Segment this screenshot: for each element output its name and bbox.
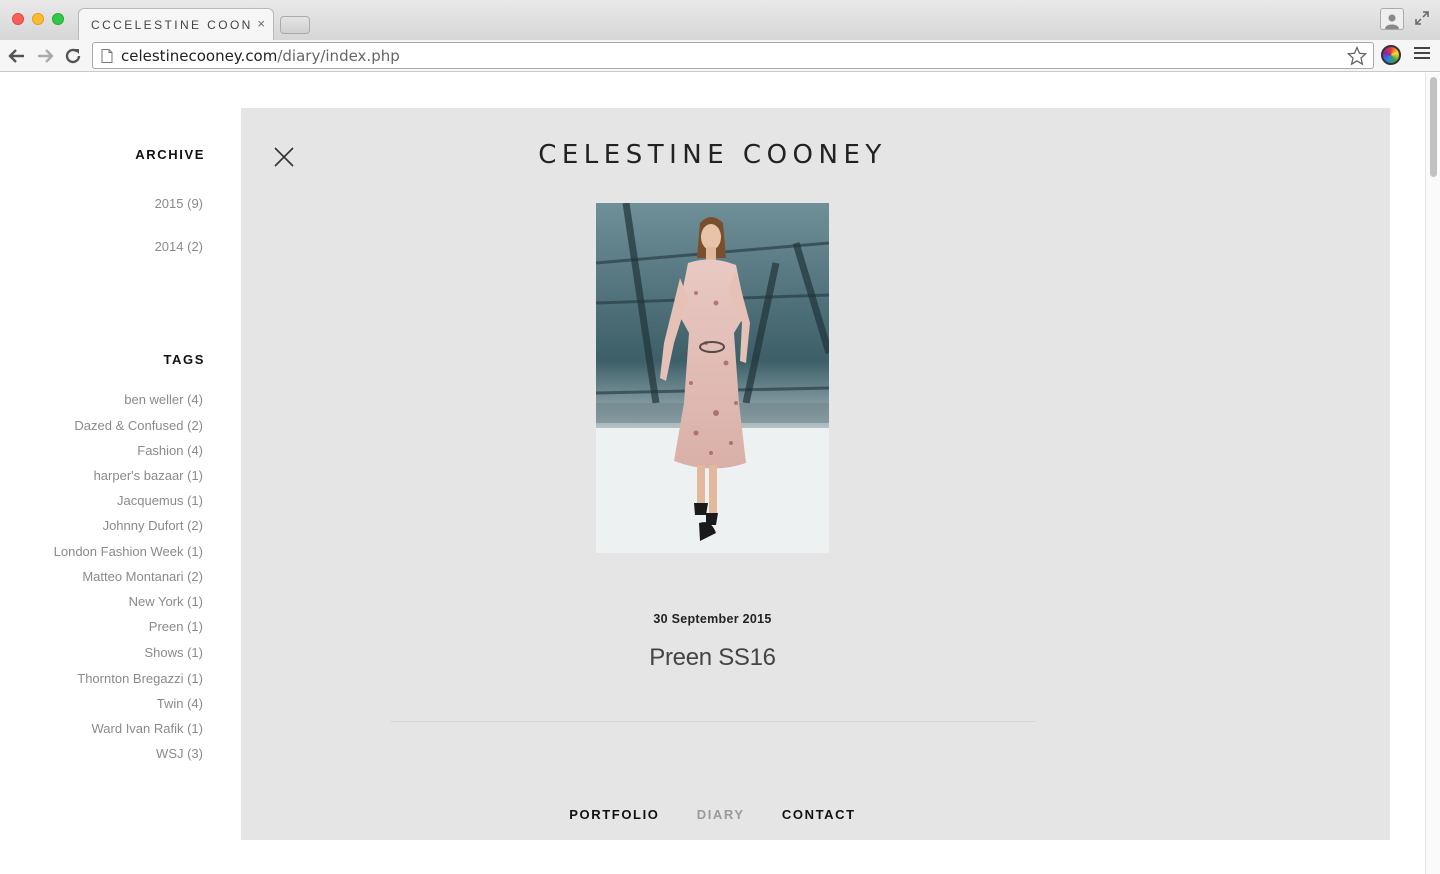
archive-item-2014[interactable]: 2014 (2) (155, 239, 203, 254)
url-text[interactable]: celestinecooney.com/diary/index.php (121, 47, 400, 65)
reload-button[interactable] (62, 45, 84, 67)
tag-item[interactable]: ben weller (4) (124, 392, 203, 407)
arrow-left-icon (8, 49, 24, 63)
tab-title: CCCELESTINE COONEY (91, 17, 251, 32)
page-scrollbar[interactable] (1425, 73, 1440, 874)
page-icon (101, 48, 113, 63)
url-host: celestinecooney.com (121, 46, 278, 65)
divider (390, 721, 1036, 722)
tag-item[interactable]: Preen (1) (149, 619, 203, 634)
tag-item[interactable]: London Fashion Week (1) (54, 544, 203, 559)
tag-item[interactable]: Dazed & Confused (2) (74, 418, 203, 433)
runway-model-image (596, 203, 829, 553)
post-date: 30 September 2015 (653, 612, 772, 626)
extension-icon[interactable] (1381, 45, 1401, 65)
tag-item[interactable]: Matteo Montanari (2) (82, 569, 203, 584)
zoom-window-button[interactable] (52, 13, 64, 25)
diary-post-panel: CELESTINE COONEY 30 September 2015 Preen… (241, 108, 1390, 840)
minimize-window-button[interactable] (32, 13, 44, 25)
archive-item-2015[interactable]: 2015 (9) (155, 196, 203, 211)
post-image[interactable] (596, 203, 829, 553)
tag-item[interactable]: Fashion (4) (137, 443, 203, 458)
profile-button[interactable] (1380, 8, 1404, 30)
tag-item[interactable]: Ward Ivan Rafik (1) (92, 721, 204, 736)
bookmark-star-icon[interactable] (1347, 46, 1367, 66)
forward-button[interactable] (34, 45, 56, 67)
browser-toolbar: celestinecooney.com/diary/index.php (0, 40, 1440, 72)
page-viewport: ARCHIVE 2015 (9) 2014 (2) TAGS ben welle… (0, 73, 1440, 874)
tag-item[interactable]: New York (1) (129, 594, 203, 609)
site-logo-title[interactable]: CELESTINE COONEY (241, 140, 1184, 170)
new-tab-button[interactable] (280, 16, 310, 34)
url-path: /diary/index.php (277, 46, 400, 65)
archive-heading: ARCHIVE (135, 147, 205, 162)
browser-titlebar: CCCELESTINE COONEY × (0, 0, 1440, 40)
scrollbar-thumb[interactable] (1430, 77, 1437, 177)
tag-item[interactable]: WSJ (3) (156, 746, 203, 761)
tag-item[interactable]: Jacquemus (1) (117, 493, 203, 508)
close-window-button[interactable] (12, 13, 24, 25)
nav-diary-link[interactable]: DIARY (697, 807, 745, 822)
tags-heading: TAGS (163, 352, 205, 367)
tag-item[interactable]: harper's bazaar (1) (94, 468, 203, 483)
footer-nav: PORTFOLIO DIARY CONTACT (241, 807, 1184, 822)
tag-item[interactable]: Thornton Bregazzi (1) (77, 671, 203, 686)
tag-item[interactable]: Twin (4) (157, 696, 203, 711)
nav-contact-link[interactable]: CONTACT (782, 807, 856, 822)
browser-tab-active[interactable]: CCCELESTINE COONEY × (78, 8, 274, 40)
address-bar[interactable]: celestinecooney.com/diary/index.php (92, 42, 1374, 69)
arrow-right-icon (38, 49, 54, 63)
fullscreen-icon[interactable] (1414, 10, 1430, 26)
back-button[interactable] (6, 45, 28, 67)
post-title[interactable]: Preen SS16 (241, 644, 1184, 672)
person-icon (1385, 14, 1399, 29)
nav-portfolio-link[interactable]: PORTFOLIO (569, 807, 659, 822)
tab-close-icon[interactable]: × (257, 16, 265, 32)
browser-menu-icon[interactable] (1414, 47, 1430, 63)
tag-item[interactable]: Johnny Dufort (2) (103, 518, 203, 533)
tag-item[interactable]: Shows (1) (144, 645, 203, 660)
reload-icon (65, 48, 81, 64)
